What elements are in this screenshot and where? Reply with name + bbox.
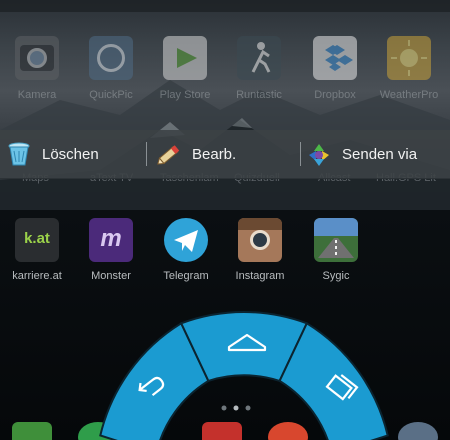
page-indicator-dot — [233, 405, 239, 411]
page-indicator-dot — [221, 405, 227, 411]
page-indicator-dot — [245, 405, 251, 411]
home-screen: Kamera QuickPic Play Store Runtastic Dro… — [0, 0, 450, 440]
pie-navigation — [99, 310, 389, 440]
